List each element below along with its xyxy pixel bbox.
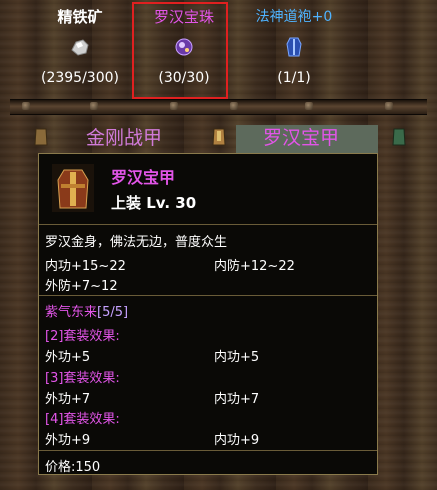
item-price: 价格:150 bbox=[45, 460, 101, 475]
armor-icon bbox=[392, 127, 406, 147]
set-bonus-right: 内功+9 bbox=[214, 433, 260, 448]
armor-portrait-icon bbox=[52, 164, 94, 212]
material-count: (1/1) bbox=[277, 70, 311, 86]
tooltip-separator bbox=[39, 295, 377, 296]
set-bonus-title: [3]套装效果: bbox=[45, 371, 120, 386]
item-tooltip: 罗汉宝甲 上装 Lv. 30 罗汉金身，佛法无边，普度众生 内功+15~22 内… bbox=[38, 153, 378, 475]
set-bonus-left: 外功+9 bbox=[45, 433, 91, 448]
set-bonus-title: [2]套装效果: bbox=[45, 329, 120, 344]
armor-tabs: 金刚战甲 罗汉宝甲 bbox=[0, 120, 437, 154]
material-count: (2395/300) bbox=[41, 70, 119, 86]
tooltip-separator bbox=[39, 450, 377, 451]
set-bonus-right: 内功+7 bbox=[214, 392, 260, 407]
tab-luohan-armor[interactable]: 罗汉宝甲 bbox=[263, 125, 339, 151]
divider-bar bbox=[10, 99, 427, 115]
tooltip-separator bbox=[39, 224, 377, 225]
armor-icon bbox=[212, 127, 226, 147]
stat-left: 内功+15~22 bbox=[45, 259, 126, 274]
material-name: 法神道袍+0 bbox=[255, 9, 333, 25]
item-level: 上装 Lv. 30 bbox=[111, 194, 197, 212]
armor-icon bbox=[34, 127, 48, 147]
set-progress: [5/5] bbox=[97, 305, 129, 320]
set-name-line: 紫气东来[5/5] bbox=[45, 301, 128, 320]
set-name: 紫气东来 bbox=[45, 305, 98, 320]
set-bonus-left: 外功+5 bbox=[45, 350, 91, 365]
material-slot-ore[interactable]: 精铁矿 (2395/300) bbox=[20, 6, 140, 86]
item-description: 罗汉金身，佛法无边，普度众生 bbox=[45, 235, 228, 250]
set-bonus-right: 内功+5 bbox=[214, 350, 260, 365]
stat-right: 内防+12~22 bbox=[214, 259, 295, 274]
ore-icon bbox=[69, 36, 91, 58]
set-bonus-left: 外功+7 bbox=[45, 392, 91, 407]
selected-material-highlight bbox=[132, 2, 228, 99]
set-bonus-title: [4]套装效果: bbox=[45, 412, 120, 427]
stat-left: 外防+7~12 bbox=[45, 279, 118, 294]
robe-icon bbox=[283, 36, 305, 58]
material-slot-robe[interactable]: 法神道袍+0 (1/1) bbox=[234, 6, 354, 86]
item-title: 罗汉宝甲 bbox=[111, 168, 176, 187]
material-name: 精铁矿 bbox=[57, 8, 103, 26]
tab-jingang-armor[interactable]: 金刚战甲 bbox=[86, 125, 162, 151]
